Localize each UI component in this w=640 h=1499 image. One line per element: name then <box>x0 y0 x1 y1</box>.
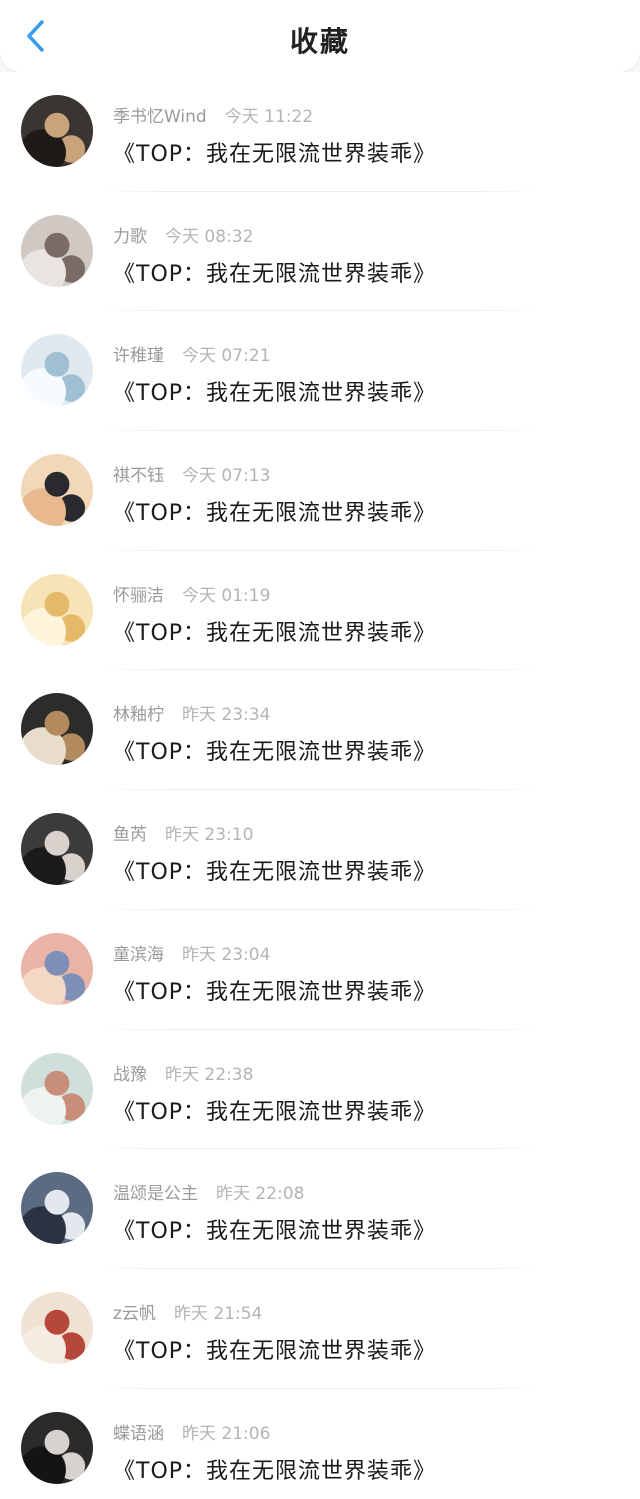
header: 收藏 <box>0 0 640 72</box>
timestamp: 昨天 23:04 <box>182 944 271 965</box>
favorites-list: 季书忆Wind 今天 11:22 《TOP：我在无限流世界装乖》 力歌 今天 08:32… <box>0 72 640 1499</box>
list-item[interactable]: z云帆 昨天 21:54 《TOP：我在无限流世界装乖》 <box>0 1269 640 1389</box>
item-meta: 鱼芮 昨天 23:10 <box>113 820 253 845</box>
item-meta: 战豫 昨天 22:38 <box>113 1060 253 1085</box>
work-title[interactable]: 《TOP：我在无限流世界装乖》 <box>113 734 436 766</box>
timestamp: 今天 07:13 <box>182 466 271 487</box>
item-meta: 祺不钰 今天 07:13 <box>113 461 270 486</box>
avatar[interactable] <box>21 693 93 766</box>
avatar[interactable] <box>21 454 93 527</box>
page-title: 收藏 <box>289 25 350 58</box>
work-title[interactable]: 《TOP：我在无限流世界装乖》 <box>113 136 436 168</box>
avatar[interactable] <box>21 334 93 407</box>
timestamp: 昨天 22:08 <box>216 1184 305 1205</box>
item-meta: 温颂是公主 昨天 22:08 <box>113 1179 304 1204</box>
list-item[interactable]: 林釉柠 昨天 23:34 《TOP：我在无限流世界装乖》 <box>0 670 640 791</box>
work-title[interactable]: 《TOP：我在无限流世界装乖》 <box>113 256 436 288</box>
timestamp: 今天 11:22 <box>224 107 314 127</box>
work-title[interactable]: 《TOP：我在无限流世界装乖》 <box>113 1094 436 1126</box>
work-title[interactable]: 《TOP：我在无限流世界装乖》 <box>113 974 436 1006</box>
timestamp: 今天 01:19 <box>182 585 271 606</box>
work-title[interactable]: 《TOP：我在无限流世界装乖》 <box>113 615 436 647</box>
user-name[interactable]: 力歌 <box>113 227 147 247</box>
avatar[interactable] <box>21 813 93 886</box>
item-meta: z云帆 昨天 21:54 <box>113 1299 262 1324</box>
list-item[interactable]: 战豫 昨天 22:38 《TOP：我在无限流世界装乖》 <box>0 1030 640 1150</box>
user-name[interactable]: 林釉柠 <box>113 705 164 725</box>
item-meta: 林釉柠 昨天 23:34 <box>113 700 270 725</box>
user-name[interactable]: 蝶语涵 <box>113 1424 164 1444</box>
timestamp: 今天 07:21 <box>182 346 271 367</box>
work-title[interactable]: 《TOP：我在无限流世界装乖》 <box>113 854 436 886</box>
timestamp: 昨天 23:34 <box>182 705 271 726</box>
timestamp: 昨天 22:38 <box>165 1064 254 1085</box>
timestamp: 昨天 21:06 <box>182 1423 271 1444</box>
user-name[interactable]: 怀骊洁 <box>113 586 164 606</box>
user-name[interactable]: 许稚瑾 <box>113 346 164 366</box>
item-meta: 童滨海 昨天 23:04 <box>113 940 270 965</box>
work-title[interactable]: 《TOP：我在无限流世界装乖》 <box>113 1453 436 1485</box>
item-meta: 蝶语涵 昨天 21:06 <box>113 1419 270 1444</box>
user-name[interactable]: 童滨海 <box>113 945 164 965</box>
list-item[interactable]: 季书忆Wind 今天 11:22 《TOP：我在无限流世界装乖》 <box>0 72 640 192</box>
avatar[interactable] <box>21 1172 93 1245</box>
work-title[interactable]: 《TOP：我在无限流世界装乖》 <box>113 1213 436 1245</box>
list-item[interactable]: 力歌 今天 08:32 《TOP：我在无限流世界装乖》 <box>0 192 640 312</box>
list-item[interactable]: 鱼芮 昨天 23:10 《TOP：我在无限流世界装乖》 <box>0 790 640 910</box>
avatar[interactable] <box>21 1291 93 1364</box>
list-item[interactable]: 蝶语涵 昨天 21:06 《TOP：我在无限流世界装乖》 <box>0 1389 640 1499</box>
user-name[interactable]: 鱼芮 <box>113 825 147 845</box>
avatar[interactable] <box>21 1052 93 1125</box>
user-name[interactable]: 战豫 <box>113 1065 147 1085</box>
timestamp: 昨天 23:10 <box>165 825 254 846</box>
timestamp: 昨天 21:54 <box>173 1303 263 1324</box>
user-name[interactable]: 温颂是公主 <box>113 1184 198 1204</box>
work-title[interactable]: 《TOP：我在无限流世界装乖》 <box>113 495 436 527</box>
timestamp: 今天 08:32 <box>165 226 254 247</box>
item-meta: 力歌 今天 08:32 <box>113 222 253 247</box>
user-name[interactable]: z云帆 <box>113 1304 156 1324</box>
list-item[interactable]: 童滨海 昨天 23:04 《TOP：我在无限流世界装乖》 <box>0 910 640 1030</box>
avatar[interactable] <box>21 1411 93 1484</box>
work-title[interactable]: 《TOP：我在无限流世界装乖》 <box>113 375 436 407</box>
avatar[interactable] <box>21 932 93 1005</box>
avatar[interactable] <box>21 214 93 287</box>
list-item[interactable]: 许稚瑾 今天 07:21 《TOP：我在无限流世界装乖》 <box>0 311 640 432</box>
item-meta: 许稚瑾 今天 07:21 <box>113 341 270 366</box>
user-name[interactable]: 祺不钰 <box>113 466 164 486</box>
avatar[interactable] <box>21 95 93 167</box>
work-title[interactable]: 《TOP：我在无限流世界装乖》 <box>113 1333 436 1365</box>
avatar[interactable] <box>21 573 93 646</box>
item-meta: 怀骊洁 今天 01:19 <box>113 581 270 606</box>
user-name[interactable]: 季书忆Wind <box>113 107 207 127</box>
list-item[interactable]: 祺不钰 今天 07:13 《TOP：我在无限流世界装乖》 <box>0 431 640 551</box>
list-item[interactable]: 温颂是公主 昨天 22:08 《TOP：我在无限流世界装乖》 <box>0 1149 640 1269</box>
list-item[interactable]: 怀骊洁 今天 01:19 《TOP：我在无限流世界装乖》 <box>0 551 640 671</box>
favorites-page: 收藏 季书忆Wind 今天 11:22 《TOP：我在无限流世界装乖》 力歌 今天 08… <box>0 0 640 1499</box>
item-meta: 季书忆Wind 今天 11:22 <box>113 102 313 127</box>
